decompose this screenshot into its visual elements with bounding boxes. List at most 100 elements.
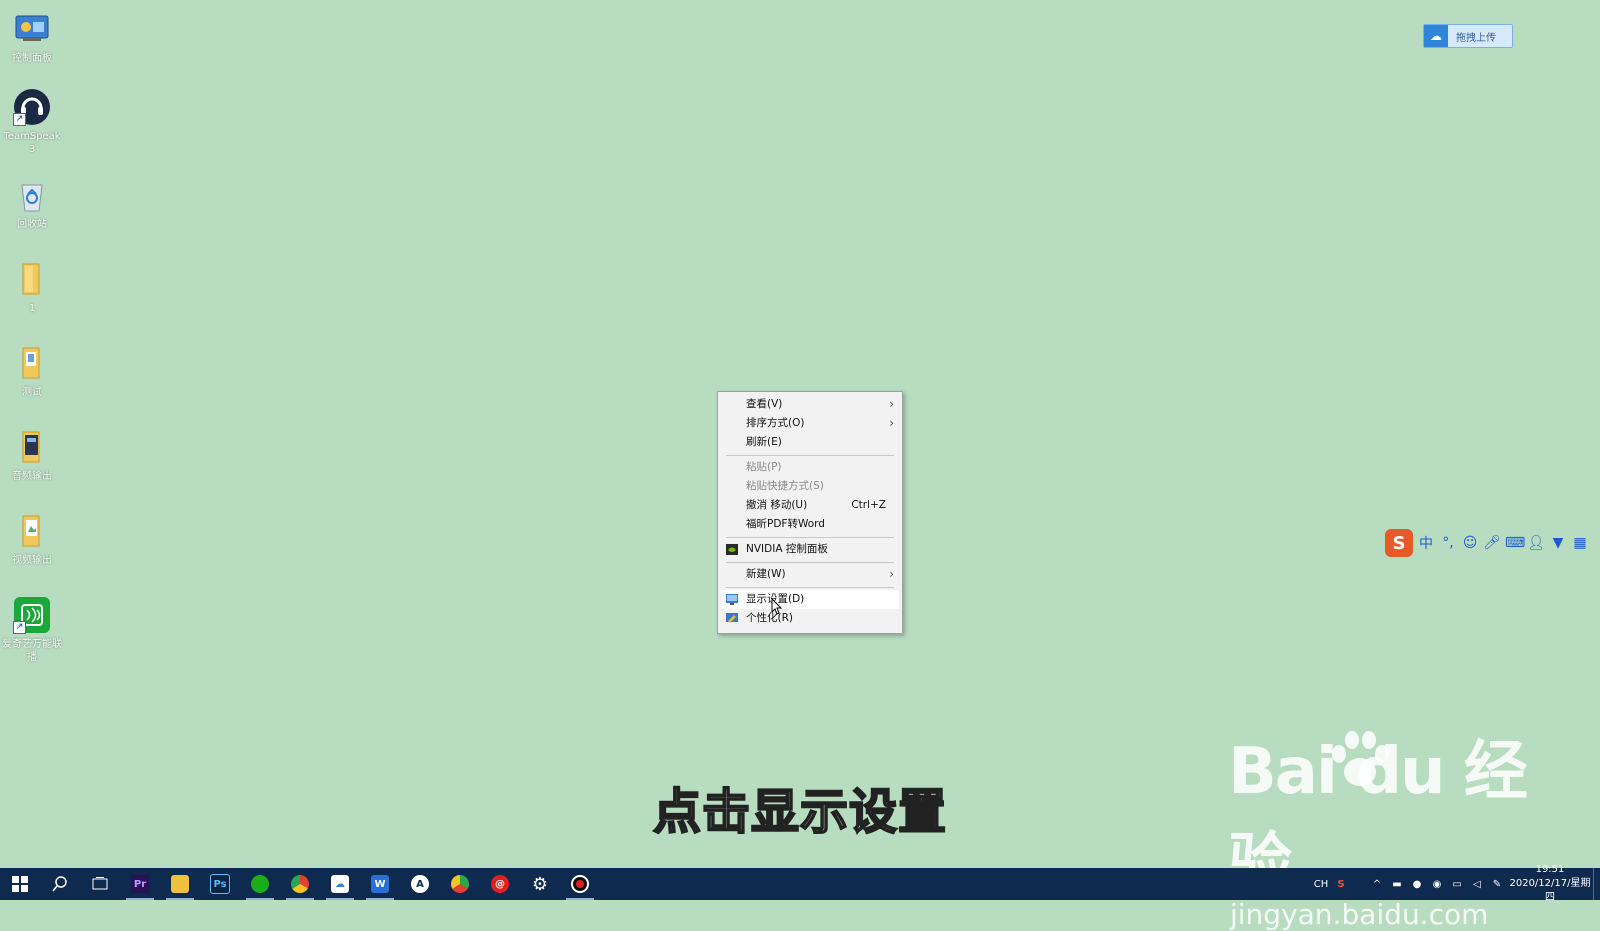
microphone-icon[interactable]: 🎤︎ bbox=[1483, 535, 1501, 551]
control-panel-icon bbox=[13, 10, 51, 48]
menu-separator bbox=[726, 455, 894, 456]
video-caption: 点击显示设置 bbox=[652, 783, 947, 841]
network-icon[interactable]: ▭ bbox=[1447, 879, 1467, 890]
taskbar-app-baidu-netdisk[interactable]: ☁ bbox=[320, 868, 360, 900]
desktop-icon-label: 音频输出 bbox=[12, 471, 52, 482]
shortcut-arrow-icon: ↗ bbox=[13, 113, 26, 126]
desktop-icon-label: 视频输出 bbox=[12, 555, 52, 566]
search-button[interactable] bbox=[40, 868, 80, 900]
cloud-icon: ☁ bbox=[331, 875, 349, 893]
chevron-up-icon[interactable]: ^ bbox=[1367, 879, 1387, 890]
menu-item-label: 查看(V) bbox=[746, 398, 783, 410]
input-language-indicator[interactable]: CH bbox=[1311, 879, 1331, 890]
desktop-icon-label: 爱奇艺万能联播 bbox=[2, 639, 62, 663]
taskbar-app-wechat[interactable] bbox=[240, 868, 280, 900]
search-icon bbox=[52, 876, 67, 892]
menu-item-refresh[interactable]: 刷新(E) bbox=[718, 433, 902, 452]
taskbar-clock[interactable]: 19:51 2020/12/17/星期四 bbox=[1507, 863, 1593, 905]
folder-icon bbox=[171, 875, 189, 893]
watermark-url: jingyan.baidu.com bbox=[1230, 898, 1489, 931]
toolbox-icon[interactable]: ▦ bbox=[1571, 535, 1589, 551]
menu-item-label: NVIDIA 控制面板 bbox=[746, 543, 828, 555]
desktop-icon-folder-audio[interactable]: 音频输出 bbox=[2, 428, 62, 483]
shortcut-arrow-icon: ↗ bbox=[13, 621, 26, 634]
taskbar-app-settings[interactable]: ⚙ bbox=[520, 868, 560, 900]
start-button[interactable] bbox=[0, 868, 40, 900]
menu-item-label: 福昕PDF转Word bbox=[746, 518, 825, 530]
folder-icon bbox=[13, 512, 51, 550]
menu-item-paste-shortcut: 粘贴快捷方式(S) bbox=[718, 477, 902, 496]
chevron-right-icon: › bbox=[889, 567, 894, 581]
taskbar-app-premiere[interactable]: Pr bbox=[120, 868, 160, 900]
desktop-context-menu: 查看(V) › 排序方式(O) › 刷新(E) 粘贴(P) 粘贴快捷方式(S) … bbox=[717, 391, 903, 634]
taskbar-app-chrome[interactable] bbox=[280, 868, 320, 900]
menu-item-label: 个性化(R) bbox=[746, 612, 793, 624]
menu-item-personalize[interactable]: 个性化(R) bbox=[718, 609, 902, 628]
foxit-icon: W bbox=[371, 875, 389, 893]
netease-music-icon: @ bbox=[491, 875, 509, 893]
desktop-icon-teamspeak[interactable]: ↗ TeamSpeak 3 bbox=[2, 88, 62, 156]
recycle-bin-icon bbox=[13, 176, 51, 214]
folder-icon bbox=[13, 260, 51, 298]
menu-item-display-settings[interactable]: 显示设置(D) bbox=[721, 590, 899, 609]
iqiyi-icon: ↗ bbox=[13, 596, 51, 634]
menu-item-undo-move[interactable]: 撤消 移动(U) Ctrl+Z bbox=[718, 496, 902, 515]
menu-item-view[interactable]: 查看(V) › bbox=[718, 395, 902, 414]
taskbar-app-photoshop[interactable]: Ps bbox=[200, 868, 240, 900]
desktop-icon-folder-video[interactable]: 视频输出 bbox=[2, 512, 62, 567]
desktop-icon-folder-test[interactable]: 测试 bbox=[2, 344, 62, 399]
browser-icon bbox=[451, 875, 469, 893]
menu-item-nvidia-control-panel[interactable]: NVIDIA 控制面板 bbox=[718, 540, 902, 559]
taskbar-app-a[interactable]: A bbox=[400, 868, 440, 900]
gear-icon: ⚙ bbox=[531, 873, 549, 895]
menu-item-label: 撤消 移动(U) bbox=[746, 499, 808, 511]
desktop-icon-label: 1 bbox=[28, 303, 36, 314]
menu-separator bbox=[726, 537, 894, 538]
show-desktop-button[interactable] bbox=[1593, 868, 1600, 900]
folder-tray-icon[interactable]: ▬ bbox=[1387, 879, 1407, 890]
premiere-icon: Pr bbox=[131, 875, 149, 893]
volume-icon[interactable]: ◁ bbox=[1467, 879, 1487, 890]
record-icon bbox=[571, 875, 589, 893]
qq-icon[interactable]: ● bbox=[1407, 879, 1427, 890]
menu-separator bbox=[726, 562, 894, 563]
emoji-icon[interactable]: ☺ bbox=[1461, 535, 1479, 551]
upload-button-label: 拖拽上传 bbox=[1456, 32, 1496, 44]
taskbar-app-file-explorer[interactable] bbox=[160, 868, 200, 900]
taskbar-app-browser[interactable] bbox=[440, 868, 480, 900]
chevron-right-icon: › bbox=[889, 397, 894, 411]
sogou-logo-icon[interactable]: S bbox=[1385, 529, 1413, 557]
desktop-icon-folder-1[interactable]: 1 bbox=[2, 260, 62, 315]
keyboard-icon[interactable]: ⌨ bbox=[1505, 535, 1525, 551]
taskbar-app-netease-music[interactable]: @ bbox=[480, 868, 520, 900]
personalize-icon bbox=[726, 613, 738, 623]
display-icon bbox=[726, 594, 738, 605]
menu-item-sort-by[interactable]: 排序方式(O) › bbox=[718, 414, 902, 433]
taskbar-app-foxit[interactable]: W bbox=[360, 868, 400, 900]
menu-item-label: 新建(W) bbox=[746, 568, 786, 580]
ime-punct-toggle[interactable]: °, bbox=[1439, 535, 1457, 551]
desktop-icon-label: 测试 bbox=[22, 387, 42, 398]
teamspeak-icon: ↗ bbox=[13, 88, 51, 126]
task-view-button[interactable] bbox=[80, 868, 120, 900]
wechat-tray-icon[interactable]: ◉ bbox=[1427, 879, 1447, 890]
mouse-cursor-icon bbox=[771, 598, 783, 615]
menu-item-pdf-to-word[interactable]: 福昕PDF转Word bbox=[718, 515, 902, 534]
pen-icon[interactable]: ✎ bbox=[1487, 879, 1507, 890]
desktop-icon-label: TeamSpeak 3 bbox=[3, 131, 61, 155]
desktop-icon-label: 回收站 bbox=[17, 219, 47, 230]
upload-button[interactable]: ☁ 拖拽上传 bbox=[1423, 24, 1513, 48]
desktop-icon-iqiyi[interactable]: ↗ 爱奇艺万能联播 bbox=[2, 596, 62, 664]
user-icon[interactable]: 👤︎ bbox=[1527, 535, 1545, 551]
nvidia-icon bbox=[726, 544, 738, 555]
ime-mode-toggle[interactable]: 中 bbox=[1417, 533, 1435, 553]
clock-date: 2020/12/17/星期四 bbox=[1509, 878, 1591, 903]
taskbar-app-recorder[interactable] bbox=[560, 868, 600, 900]
desktop-icon-control-panel[interactable]: 控制面板 bbox=[2, 10, 62, 65]
chrome-icon bbox=[291, 875, 309, 893]
baidu-paw-icon bbox=[1332, 731, 1389, 786]
desktop-icon-recycle-bin[interactable]: 回收站 bbox=[2, 176, 62, 231]
sogou-tray-icon[interactable]: S bbox=[1331, 879, 1351, 890]
menu-item-new[interactable]: 新建(W) › bbox=[718, 565, 902, 584]
skin-icon[interactable]: ▼ bbox=[1549, 535, 1567, 551]
